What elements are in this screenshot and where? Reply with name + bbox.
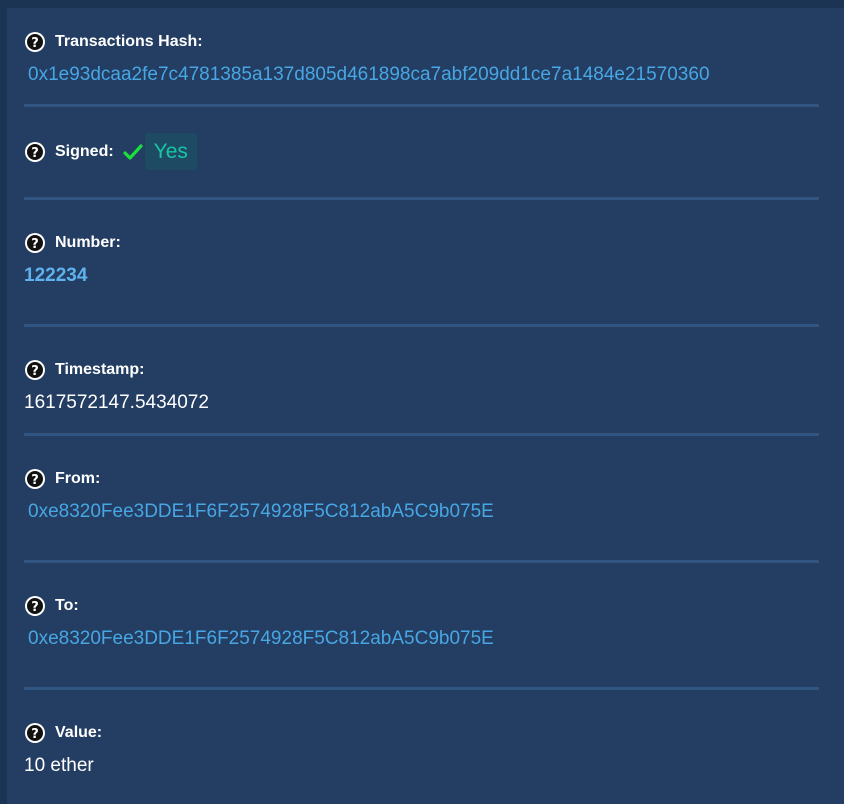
help-question-icon[interactable]: ?: [24, 31, 46, 53]
divider: [24, 104, 819, 107]
hash-row: ? Transactions Hash: 0x1e93dcaa2fe7c4781…: [24, 31, 819, 87]
svg-text:?: ?: [31, 237, 39, 252]
signed-label: Signed:: [55, 142, 114, 160]
to-label: To:: [55, 597, 79, 614]
value-row: ? Value: 10 ether: [24, 722, 819, 778]
block-number-link[interactable]: 122234: [24, 264, 819, 288]
transaction-hash-link[interactable]: 0x1e93dcaa2fe7c4781385a137d805d461898ca7…: [24, 63, 819, 87]
timestamp-label: Timestamp:: [55, 361, 145, 378]
transaction-details-panel: ? Transactions Hash: 0x1e93dcaa2fe7c4781…: [7, 8, 844, 804]
svg-text:?: ?: [31, 473, 39, 488]
hash-label: Transactions Hash:: [55, 33, 203, 50]
to-address-link[interactable]: 0xe8320Fee3DDE1F6F2574928F5C812abA5C9b07…: [24, 627, 819, 651]
svg-text:?: ?: [31, 36, 39, 51]
help-question-icon[interactable]: ?: [24, 359, 46, 381]
help-question-icon[interactable]: ?: [24, 141, 46, 163]
help-question-icon[interactable]: ?: [24, 468, 46, 490]
help-question-icon[interactable]: ?: [24, 595, 46, 617]
signed-status-badge: Yes: [144, 133, 197, 170]
checkmark-icon: [123, 143, 143, 160]
svg-text:?: ?: [31, 727, 39, 742]
svg-text:?: ?: [31, 146, 39, 161]
divider: [24, 197, 819, 200]
divider: [24, 687, 819, 690]
number-label: Number:: [55, 234, 121, 251]
value-label: Value:: [55, 724, 103, 741]
help-question-icon[interactable]: ?: [24, 722, 46, 744]
svg-text:?: ?: [31, 600, 39, 615]
to-row: ? To: 0xe8320Fee3DDE1F6F2574928F5C812abA…: [24, 595, 819, 651]
from-label: From:: [55, 470, 101, 487]
svg-text:?: ?: [31, 364, 39, 379]
divider: [24, 324, 819, 327]
divider: [24, 433, 819, 436]
from-address-link[interactable]: 0xe8320Fee3DDE1F6F2574928F5C812abA5C9b07…: [24, 500, 819, 524]
transfer-value: 10 ether: [24, 755, 94, 776]
number-row: ? Number: 122234: [24, 232, 819, 288]
divider: [24, 560, 819, 563]
from-row: ? From: 0xe8320Fee3DDE1F6F2574928F5C812a…: [24, 468, 819, 524]
timestamp-value: 1617572147.5434072: [24, 392, 209, 413]
help-question-icon[interactable]: ?: [24, 232, 46, 254]
signed-row: ? Signed: Yes: [24, 133, 819, 170]
timestamp-row: ? Timestamp: 1617572147.5434072: [24, 359, 819, 415]
